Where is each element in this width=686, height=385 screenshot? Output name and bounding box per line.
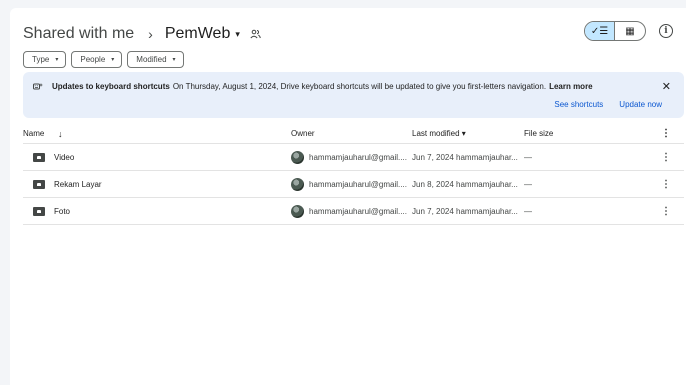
info-icon[interactable]: i [659, 24, 673, 38]
file-size: — [524, 152, 532, 162]
last-modified: Jun 7, 2024 hammamjauhar... [412, 152, 518, 162]
learn-more-link[interactable]: Learn more [549, 82, 593, 91]
modified-filter-chip[interactable]: Modified ▾ [127, 51, 184, 68]
table-row[interactable]: Video hammamjauharul@gmail.... Jun 7, 20… [23, 144, 684, 171]
people-filter-chip[interactable]: People ▾ [71, 51, 123, 68]
drive-page: Shared with me › PemWeb ▾ ✓☰ ▦ i Type ▾ … [10, 8, 686, 385]
file-size: — [524, 179, 532, 189]
file-name: Video [54, 152, 75, 162]
shared-folder-icon [33, 152, 45, 162]
file-size: — [524, 206, 532, 216]
last-modified-column-header[interactable]: Last modified ▾ [412, 129, 466, 138]
filter-chips: Type ▾ People ▾ Modified ▾ [23, 51, 184, 68]
type-filter-chip[interactable]: Type ▾ [23, 51, 67, 68]
chip-label: Type [32, 55, 50, 64]
view-toggle: ✓☰ ▦ [584, 21, 646, 41]
header: Shared with me › PemWeb ▾ ✓☰ ▦ i [23, 21, 676, 47]
more-actions-icon[interactable]: ⋮ [661, 152, 671, 163]
list-view-button[interactable]: ✓☰ [585, 22, 615, 40]
owner-email: hammamjauharul@gmail.... [309, 152, 407, 162]
banner-title: Updates to keyboard shortcuts [52, 82, 170, 91]
chevron-down-icon: ▾ [172, 57, 176, 63]
breadcrumb-root[interactable]: Shared with me [23, 25, 134, 43]
avatar [291, 177, 304, 191]
chevron-down-icon: ▾ [55, 57, 59, 63]
see-shortcuts-button[interactable]: See shortcuts [554, 100, 603, 109]
last-modified: Jun 8, 2024 hammamjauhar... [412, 179, 518, 189]
keyboard-icon [33, 82, 43, 91]
file-name: Rekam Layar [54, 179, 102, 189]
update-now-button[interactable]: Update now [619, 100, 662, 109]
breadcrumb-separator: › [148, 26, 153, 42]
banner-message-line: Updates to keyboard shortcuts On Thursda… [33, 82, 593, 91]
shared-people-icon[interactable] [250, 28, 262, 40]
sort-arrow-icon[interactable]: ↓ [58, 129, 63, 139]
shared-folder-icon [33, 179, 45, 189]
owner-column-header: Owner [291, 129, 315, 138]
chip-label: People [80, 55, 106, 64]
more-actions-icon[interactable]: ⋮ [661, 206, 671, 217]
last-modified: Jun 7, 2024 hammamjauhar... [412, 206, 518, 216]
shared-folder-icon [33, 206, 45, 216]
avatar [291, 204, 304, 218]
folder-menu-caret-icon[interactable]: ▾ [235, 29, 240, 40]
file-name: Foto [54, 206, 71, 216]
table-row[interactable]: Rekam Layar hammamjauharul@gmail.... Jun… [23, 171, 684, 198]
banner-message: On Thursday, August 1, 2024, Drive keybo… [172, 82, 547, 91]
close-icon[interactable]: ✕ [662, 80, 671, 93]
chevron-down-icon: ▾ [111, 57, 115, 63]
column-options-icon[interactable]: ⋮ [661, 128, 671, 139]
owner-email: hammamjauharul@gmail.... [309, 206, 407, 216]
avatar [291, 150, 304, 164]
owner-email: hammamjauharul@gmail.... [309, 179, 407, 189]
banner-actions: See shortcuts Update now [554, 100, 662, 109]
grid-view-button[interactable]: ▦ [615, 22, 645, 40]
file-size-column-header: File size [524, 129, 554, 138]
chip-label: Modified [136, 55, 167, 64]
breadcrumb-folder[interactable]: PemWeb [165, 25, 231, 43]
table-header: Name ↓ Owner Last modified ▾ File size ⋮ [23, 124, 684, 144]
file-table: Name ↓ Owner Last modified ▾ File size ⋮… [23, 124, 684, 225]
table-row[interactable]: Foto hammamjauharul@gmail.... Jun 7, 202… [23, 198, 684, 225]
name-column-header[interactable]: Name [23, 129, 44, 138]
more-actions-icon[interactable]: ⋮ [661, 179, 671, 190]
keyboard-shortcuts-banner: Updates to keyboard shortcuts On Thursda… [23, 72, 684, 118]
